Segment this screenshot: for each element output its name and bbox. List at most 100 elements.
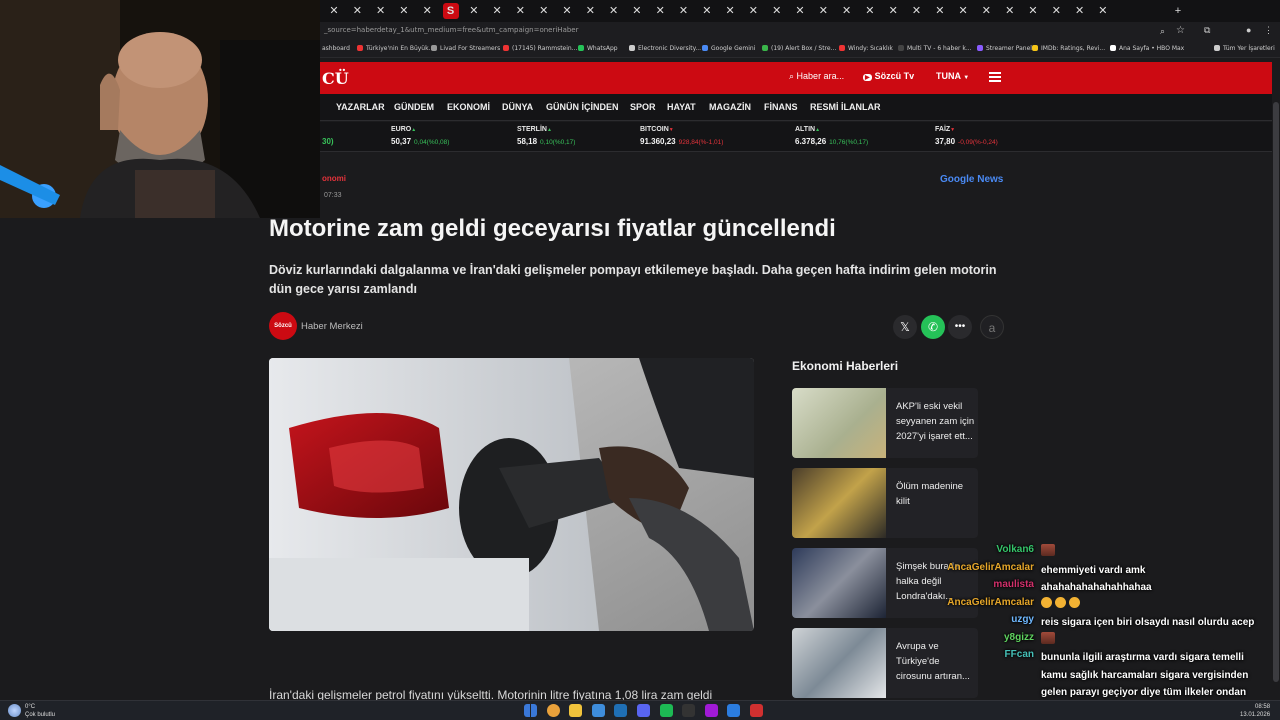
tab-close-icon[interactable]: ✕ [1002, 3, 1018, 19]
tab-close-icon[interactable]: ✕ [745, 3, 761, 19]
file-explorer-icon[interactable] [569, 704, 583, 717]
bookmark-item[interactable]: (19) Alert Box / Stre... [762, 45, 836, 52]
tab-close-icon[interactable]: ✕ [396, 3, 412, 19]
extensions-icon[interactable]: ⧉ [1204, 25, 1210, 36]
nav-item-yazarlar[interactable]: YAZARLAR [336, 102, 385, 112]
scrollbar-thumb[interactable] [1273, 102, 1279, 682]
tab-close-icon[interactable]: ✕ [1025, 3, 1041, 19]
ticker-name[interactable]: EURO▲ [391, 126, 416, 133]
tab-active-icon[interactable]: S [442, 3, 459, 19]
page-scrollbar[interactable] [1272, 62, 1280, 700]
sozcu-tv-link[interactable]: ▶ Sözcü Tv [863, 71, 914, 81]
twitch-icon[interactable] [704, 704, 718, 717]
system-clock[interactable]: 08:58 13.01.2026 [1240, 703, 1270, 719]
google-news-link[interactable]: Google News [940, 174, 1003, 185]
edge-icon[interactable] [591, 704, 605, 717]
bookmark-item[interactable]: WhatsApp [578, 45, 618, 52]
new-tab-icon[interactable]: + [1170, 3, 1186, 19]
tab-close-icon[interactable]: ✕ [489, 3, 505, 19]
nav-item-hayat[interactable]: HAYAT [667, 102, 696, 112]
tab-close-icon[interactable]: ✕ [699, 3, 715, 19]
tab-close-icon[interactable]: ✕ [792, 3, 808, 19]
tab-close-icon[interactable]: ✕ [769, 3, 785, 19]
tab-close-icon[interactable]: ✕ [839, 3, 855, 19]
tab-close-icon[interactable]: ✕ [606, 3, 622, 19]
bookmark-item[interactable]: ashboard [322, 45, 350, 52]
news-card[interactable]: Ölüm madenine kilit [792, 468, 978, 538]
bookmark-item[interactable]: Windy: Sıcaklık [839, 45, 893, 52]
tab-close-icon[interactable]: ✕ [373, 3, 389, 19]
nav-item-fi-nans[interactable]: FİNANS [764, 102, 798, 112]
user-menu[interactable]: TUNA ▼ [936, 71, 969, 81]
bookmark-item[interactable]: Ana Sayfa • HBO Max [1110, 45, 1184, 52]
bookmark-item[interactable]: Tüm Yer İşaretleri [1214, 45, 1275, 52]
whatsapp-share-icon[interactable]: ✆ [921, 315, 945, 339]
weather-icon[interactable] [8, 704, 21, 717]
zoom-icon[interactable]: ⌕ [1160, 26, 1165, 37]
tab-close-icon[interactable]: ✕ [466, 3, 482, 19]
nav-item-g-n-n-i-i-nden[interactable]: GÜNÜN İÇİNDEN [546, 102, 619, 112]
search-button[interactable]: ⌕ Haber ara... [789, 71, 844, 82]
bookmark-item[interactable]: Multi TV - 6 haber k... [898, 45, 972, 52]
bookmark-item[interactable]: Livad For Streamers [431, 45, 500, 52]
tab-close-icon[interactable]: ✕ [652, 3, 668, 19]
font-size-icon[interactable]: a [980, 315, 1004, 339]
ticker-name[interactable]: ALTIN▲ [795, 126, 820, 133]
profile-icon[interactable]: ● [1246, 25, 1251, 35]
bookmark-item[interactable]: (17145) Rammstein... [503, 45, 577, 52]
more-share-icon[interactable]: ••• [948, 315, 972, 339]
bookmark-item[interactable]: Streamer Panel [977, 45, 1032, 52]
spotify-icon[interactable] [659, 704, 673, 717]
tab-close-icon[interactable]: ✕ [885, 3, 901, 19]
nav-item-resmi-i-lanlar[interactable]: RESMİ İLANLAR [810, 102, 881, 112]
bookmark-item[interactable]: IMDb: Ratings, Revi... [1032, 45, 1105, 52]
tab-close-icon[interactable]: ✕ [559, 3, 575, 19]
nav-item-d-nya[interactable]: DÜNYA [502, 102, 533, 112]
nav-item-magazi-n[interactable]: MAGAZİN [709, 102, 751, 112]
weather-widget[interactable]: 0°C Çok bulutlu [25, 703, 55, 719]
tab-close-icon[interactable]: ✕ [909, 3, 925, 19]
tab-close-icon[interactable]: ✕ [1072, 3, 1088, 19]
bookmark-item[interactable]: Electronic Diversity... [629, 45, 701, 52]
tab-close-icon[interactable]: ✕ [629, 3, 645, 19]
app-icon[interactable] [727, 704, 741, 717]
x-share-icon[interactable]: 𝕏 [893, 315, 917, 339]
bookmark-item[interactable]: Google Gemini [702, 45, 755, 52]
tab-close-icon[interactable]: ✕ [536, 3, 552, 19]
nav-item-ekonomi-[interactable]: EKONOMİ [447, 102, 490, 112]
news-card[interactable]: AKP'li eski vekil seyyanen zam için 2027… [792, 388, 978, 458]
tab-close-icon[interactable]: ✕ [582, 3, 598, 19]
star-icon[interactable]: ☆ [1176, 25, 1185, 36]
hamburger-menu-icon[interactable] [989, 72, 1001, 82]
tab-close-icon[interactable]: ✕ [932, 3, 948, 19]
article-category[interactable]: onomi [322, 174, 346, 183]
author-name[interactable]: Haber Merkezi [301, 321, 363, 332]
terminal-icon[interactable] [682, 704, 696, 717]
bookmark-item[interactable]: Türkiye'nin En Büyük... [357, 45, 434, 52]
tab-close-icon[interactable]: ✕ [1095, 3, 1111, 19]
tab-close-icon[interactable]: ✕ [326, 3, 342, 19]
tab-close-icon[interactable]: ✕ [722, 3, 738, 19]
tab-close-icon[interactable]: ✕ [1048, 3, 1064, 19]
tab-close-icon[interactable]: ✕ [419, 3, 435, 19]
url-text[interactable]: _source=haberdetay_1&utm_medium=free&utm… [324, 26, 579, 34]
nav-item-g-ndem[interactable]: GÜNDEM [394, 102, 434, 112]
tab-close-icon[interactable]: ✕ [815, 3, 831, 19]
tab-close-icon[interactable]: ✕ [862, 3, 878, 19]
obs-icon[interactable] [750, 704, 763, 717]
tab-close-icon[interactable]: ✕ [349, 3, 365, 19]
discord-icon[interactable] [637, 704, 650, 717]
tab-close-icon[interactable]: ✕ [676, 3, 692, 19]
ticker-name[interactable]: FAİZ▼ [935, 126, 955, 133]
windows-start-icon[interactable] [524, 704, 537, 717]
ticker-name[interactable]: BITCOIN▼ [640, 126, 674, 133]
site-logo[interactable]: CÜ [322, 69, 349, 88]
ticker-name[interactable]: STERLİN▲ [517, 126, 552, 133]
nav-item-spor[interactable]: SPOR [630, 102, 656, 112]
steam-icon[interactable] [614, 704, 628, 717]
tab-close-icon[interactable]: ✕ [955, 3, 971, 19]
tab-close-icon[interactable]: ✕ [978, 3, 994, 19]
chrome-icon[interactable] [546, 704, 560, 717]
tab-close-icon[interactable]: ✕ [512, 3, 528, 19]
menu-icon[interactable]: ⋮ [1264, 25, 1273, 36]
